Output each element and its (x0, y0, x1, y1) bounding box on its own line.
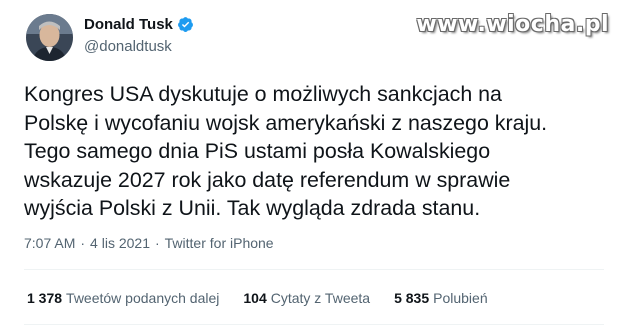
tweet-meta: 7:07 AM · 4 lis 2021 · Twitter for iPhon… (24, 235, 274, 251)
watermark: www.wiocha.pl (416, 12, 609, 37)
avatar[interactable] (26, 14, 73, 61)
likes-count: 5 835 (394, 290, 430, 306)
avatar-image (26, 14, 73, 61)
tweet-source[interactable]: Twitter for iPhone (165, 235, 274, 251)
tweet-date[interactable]: 4 lis 2021 (90, 235, 150, 251)
retweets-label: Tweetów podanych dalej (66, 290, 220, 306)
meta-separator: · (80, 235, 86, 251)
author-handle[interactable]: @donaldtusk (84, 38, 172, 55)
retweets-count: 1 378 (27, 290, 63, 306)
likes-label: Polubień (433, 290, 488, 306)
meta-separator: · (154, 235, 160, 251)
author-display-name[interactable]: Donald Tusk (84, 16, 173, 33)
tweet-stats: 1 378 Tweetów podanych dalej 104 Cytaty z … (27, 290, 488, 306)
tweet-time[interactable]: 7:07 AM (24, 235, 75, 251)
divider (24, 324, 604, 325)
divider (24, 269, 604, 270)
quotes-label: Cytaty z Tweeta (270, 290, 371, 306)
quotes-count: 104 (243, 290, 267, 306)
retweets-stat[interactable]: 1 378 Tweetów podanych dalej (27, 290, 219, 306)
quotes-stat[interactable]: 104 Cytaty z Tweeta (243, 290, 370, 306)
tweet-text: Kongres USA dyskutuje o możliwych sankcj… (24, 82, 548, 220)
author-name-row[interactable]: Donald Tusk (84, 16, 194, 33)
likes-stat[interactable]: 5 835 Polubień (394, 290, 488, 306)
verified-badge-icon (177, 16, 194, 33)
